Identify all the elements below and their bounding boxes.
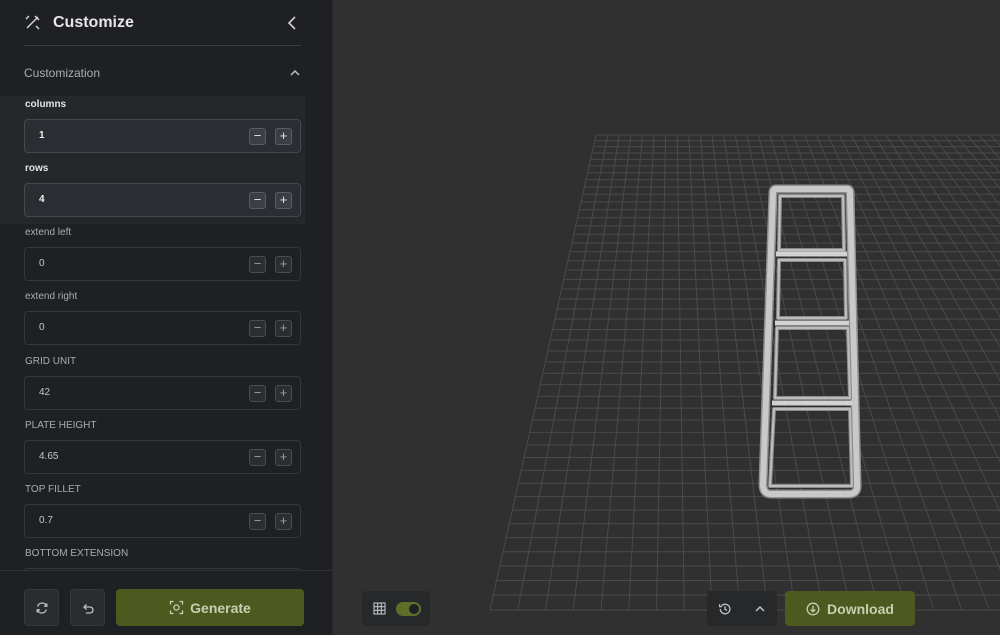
plate-height-input[interactable]: 4.65 − +	[24, 440, 301, 474]
increment-button[interactable]: +	[275, 513, 292, 530]
toggle-knob	[409, 603, 419, 614]
generate-button[interactable]: Generate	[116, 589, 304, 626]
extend-right-input[interactable]: 0 − +	[24, 311, 301, 345]
field-label: GRID UNIT	[25, 356, 77, 367]
field-value: 4	[39, 194, 45, 205]
fields-list: columns 1 − + rows 4 − + extend left 0 −…	[0, 96, 333, 570]
decrement-button[interactable]: −	[249, 256, 266, 273]
refresh-icon	[36, 601, 47, 614]
download-label: Download	[827, 600, 894, 617]
increment-button[interactable]: +	[275, 256, 292, 273]
ground-grid	[489, 134, 1000, 611]
history-button[interactable]	[718, 602, 732, 616]
chevron-left-icon	[287, 16, 296, 30]
increment-button[interactable]: +	[275, 128, 292, 145]
rows-input[interactable]: 4 − +	[24, 183, 301, 217]
field-top-fillet: TOP FILLET 0.7 − +	[0, 481, 333, 545]
field-label: extend left	[25, 227, 72, 238]
field-extend-right: extend right 0 − +	[0, 288, 333, 352]
3d-scene[interactable]	[334, 0, 1000, 635]
generate-label: Generate	[190, 599, 251, 616]
extend-left-input[interactable]: 0 − +	[24, 247, 301, 281]
increment-button[interactable]: +	[275, 320, 292, 337]
field-columns: columns 1 − +	[0, 96, 333, 160]
undo-button[interactable]	[70, 589, 105, 626]
field-bottom-extension: BOTTOM EXTENSION	[0, 545, 333, 570]
field-value: 4.65	[39, 451, 59, 462]
field-label: PLATE HEIGHT	[25, 420, 97, 431]
expand-up-button[interactable]	[754, 603, 766, 615]
sidebar-footer: Generate	[0, 570, 333, 635]
decrement-button[interactable]: −	[249, 449, 266, 466]
decrement-button[interactable]: −	[249, 192, 266, 209]
field-label: columns	[25, 99, 67, 110]
history-icon	[718, 603, 731, 614]
increment-button[interactable]: +	[275, 449, 292, 466]
grid-toggle[interactable]	[396, 601, 421, 616]
history-toolbar	[707, 591, 777, 626]
field-grid-unit: GRID UNIT 42 − +	[0, 353, 333, 417]
sidebar-header: Customize	[24, 0, 301, 46]
field-value: 0	[39, 258, 45, 269]
field-label: BOTTOM EXTENSION	[25, 548, 129, 559]
grid-unit-input[interactable]: 42 − +	[24, 376, 301, 410]
increment-button[interactable]: +	[275, 192, 292, 209]
columns-input[interactable]: 1 − +	[24, 119, 301, 153]
field-value: 0	[39, 322, 45, 333]
field-value: 1	[39, 130, 45, 141]
view-toolbar	[362, 591, 430, 626]
customize-sidebar: Customize Customization columns 1 − + ro…	[0, 0, 333, 635]
field-value: 0.7	[39, 515, 53, 526]
field-plate-height: PLATE HEIGHT 4.65 − +	[0, 417, 333, 481]
decrement-button[interactable]: −	[249, 128, 266, 145]
download-icon	[806, 602, 820, 615]
decrement-button[interactable]: −	[249, 513, 266, 530]
decrement-button[interactable]: −	[249, 320, 266, 337]
decrement-button[interactable]: −	[249, 385, 266, 402]
field-label: rows	[25, 163, 49, 174]
grid-icon	[373, 602, 386, 615]
section-label: Customization	[24, 66, 101, 80]
sidebar-title: Customize	[53, 13, 134, 31]
increment-button[interactable]: +	[275, 385, 292, 402]
wand-icon	[24, 14, 41, 31]
field-label: extend right	[25, 291, 78, 302]
top-fillet-input[interactable]: 0.7 − +	[24, 504, 301, 538]
field-rows: rows 4 − +	[0, 160, 333, 224]
generate-icon	[169, 600, 184, 615]
undo-icon	[82, 603, 94, 614]
field-label: TOP FILLET	[25, 484, 81, 495]
chevron-up-icon	[290, 69, 300, 76]
app: Customize Customization columns 1 − + ro…	[0, 0, 1000, 635]
download-button[interactable]: Download	[785, 591, 915, 626]
collapse-sidebar-button[interactable]	[285, 15, 301, 31]
model-viewport[interactable]	[334, 0, 1000, 635]
reset-button[interactable]	[24, 589, 59, 626]
field-value: 42	[39, 387, 51, 398]
field-extend-left: extend left 0 − +	[0, 224, 333, 288]
customization-section-toggle[interactable]: Customization	[24, 60, 301, 86]
chevron-up-icon	[755, 605, 765, 612]
